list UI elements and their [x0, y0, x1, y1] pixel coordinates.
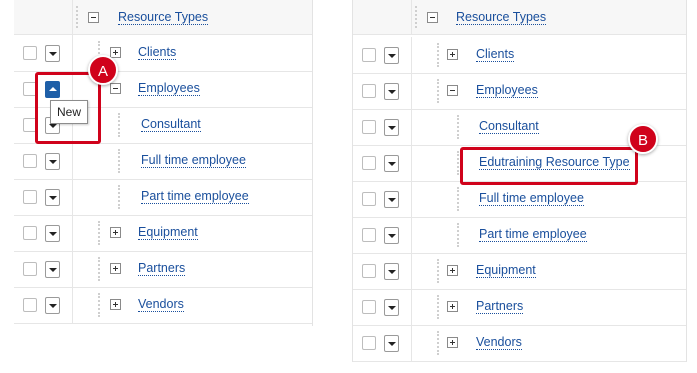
row-menu-button[interactable]: [384, 335, 399, 352]
tree-item-label[interactable]: Equipment: [138, 225, 198, 240]
chevron-down-icon: [388, 162, 396, 166]
tree-row-equipment[interactable]: Equipment: [353, 253, 686, 290]
row-menu-button[interactable]: [45, 45, 60, 62]
tree-item-label[interactable]: Part time employee: [479, 227, 587, 242]
row-checkbox[interactable]: [362, 192, 376, 206]
row-checkbox[interactable]: [23, 226, 37, 240]
collapse-icon[interactable]: [447, 85, 458, 96]
expand-icon[interactable]: [110, 299, 121, 310]
tree-item-label[interactable]: Employees: [476, 83, 538, 98]
row-checkbox[interactable]: [23, 154, 37, 168]
tree-item-label[interactable]: Full time employee: [479, 191, 584, 206]
tree-row-vendors[interactable]: Vendors: [353, 325, 686, 362]
tree-item-label[interactable]: Partners: [476, 299, 524, 314]
row-menu-button[interactable]: [384, 83, 399, 100]
tree-item-label[interactable]: Vendors: [138, 297, 184, 312]
tree-header-row: Resource Types: [353, 0, 686, 35]
tree-row-clients[interactable]: Clients: [353, 37, 686, 74]
callout-badge-b: B: [628, 124, 658, 154]
chevron-down-icon: [49, 196, 57, 200]
row-checkbox[interactable]: [362, 264, 376, 278]
chevron-down-icon: [388, 270, 396, 274]
callout-badge-a: A: [88, 55, 118, 85]
callout-highlight-a: [35, 72, 101, 144]
tree-row-vendors[interactable]: Vendors: [14, 287, 312, 324]
tree-item-label[interactable]: Consultant: [479, 119, 539, 134]
tree-header-row: Resource Types: [14, 0, 312, 35]
row-menu-button[interactable]: [45, 261, 60, 278]
row-checkbox[interactable]: [23, 298, 37, 312]
tree-row-part-time[interactable]: Part time employee: [14, 179, 312, 216]
row-checkbox[interactable]: [362, 156, 376, 170]
tree-row-equipment[interactable]: Equipment: [14, 215, 312, 252]
chevron-down-icon: [388, 126, 396, 130]
chevron-down-icon: [49, 232, 57, 236]
row-menu-button[interactable]: [384, 299, 399, 316]
chevron-down-icon: [388, 306, 396, 310]
row-menu-button[interactable]: [45, 189, 60, 206]
row-menu-button[interactable]: [384, 191, 399, 208]
row-checkbox[interactable]: [362, 120, 376, 134]
tree-row-full-time[interactable]: Full time employee: [14, 143, 312, 180]
row-checkbox[interactable]: [362, 300, 376, 314]
chevron-down-icon: [388, 198, 396, 202]
chevron-down-icon: [388, 342, 396, 346]
chevron-down-icon: [388, 234, 396, 238]
tree-row-part-time[interactable]: Part time employee: [353, 217, 686, 254]
row-checkbox[interactable]: [23, 190, 37, 204]
tree-row-full-time[interactable]: Full time employee: [353, 181, 686, 218]
resource-types-header[interactable]: Resource Types: [456, 10, 547, 25]
tree-item-label[interactable]: Employees: [138, 81, 200, 96]
row-checkbox[interactable]: [362, 228, 376, 242]
tree-item-label[interactable]: Partners: [138, 261, 186, 276]
tree-item-label[interactable]: Part time employee: [141, 189, 249, 204]
expand-icon[interactable]: [447, 265, 458, 276]
row-menu-button[interactable]: [384, 119, 399, 136]
expand-icon[interactable]: [447, 337, 458, 348]
tree-item-label[interactable]: Clients: [138, 45, 177, 60]
expand-icon[interactable]: [110, 227, 121, 238]
tree-row-partners[interactable]: Partners: [14, 251, 312, 288]
expand-icon[interactable]: [110, 47, 121, 58]
tree-item-label[interactable]: Full time employee: [141, 153, 246, 168]
expand-icon[interactable]: [447, 301, 458, 312]
collapse-icon[interactable]: [110, 83, 121, 94]
resource-types-tree-before: Resource Types Clients Employees Consult…: [14, 0, 313, 326]
row-menu-button[interactable]: [384, 263, 399, 280]
row-menu-button[interactable]: [45, 153, 60, 170]
collapse-all-icon[interactable]: [88, 12, 99, 23]
tree-item-label[interactable]: Consultant: [141, 117, 201, 132]
row-checkbox[interactable]: [362, 48, 376, 62]
chevron-down-icon: [388, 54, 396, 58]
expand-icon[interactable]: [110, 263, 121, 274]
tree-item-label[interactable]: Clients: [476, 47, 515, 62]
chevron-down-icon: [49, 268, 57, 272]
tree-row-employees[interactable]: Employees: [353, 73, 686, 110]
row-menu-button[interactable]: [45, 297, 60, 314]
chevron-down-icon: [49, 52, 57, 56]
tree-row-clients[interactable]: Clients: [14, 35, 312, 72]
row-checkbox[interactable]: [23, 46, 37, 60]
row-menu-button[interactable]: [384, 47, 399, 64]
row-menu-button[interactable]: [384, 227, 399, 244]
chevron-down-icon: [388, 90, 396, 94]
expand-icon[interactable]: [447, 49, 458, 60]
row-checkbox[interactable]: [362, 336, 376, 350]
callout-highlight-b: [460, 147, 638, 185]
resource-types-header[interactable]: Resource Types: [118, 10, 209, 25]
collapse-all-icon[interactable]: [427, 12, 438, 23]
tree-item-label[interactable]: Vendors: [476, 335, 522, 350]
chevron-down-icon: [49, 160, 57, 164]
row-checkbox[interactable]: [23, 262, 37, 276]
row-menu-button[interactable]: [384, 155, 399, 172]
tree-item-label[interactable]: Equipment: [476, 263, 536, 278]
row-menu-button[interactable]: [45, 225, 60, 242]
chevron-down-icon: [49, 304, 57, 308]
tree-row-partners[interactable]: Partners: [353, 289, 686, 326]
row-checkbox[interactable]: [362, 84, 376, 98]
